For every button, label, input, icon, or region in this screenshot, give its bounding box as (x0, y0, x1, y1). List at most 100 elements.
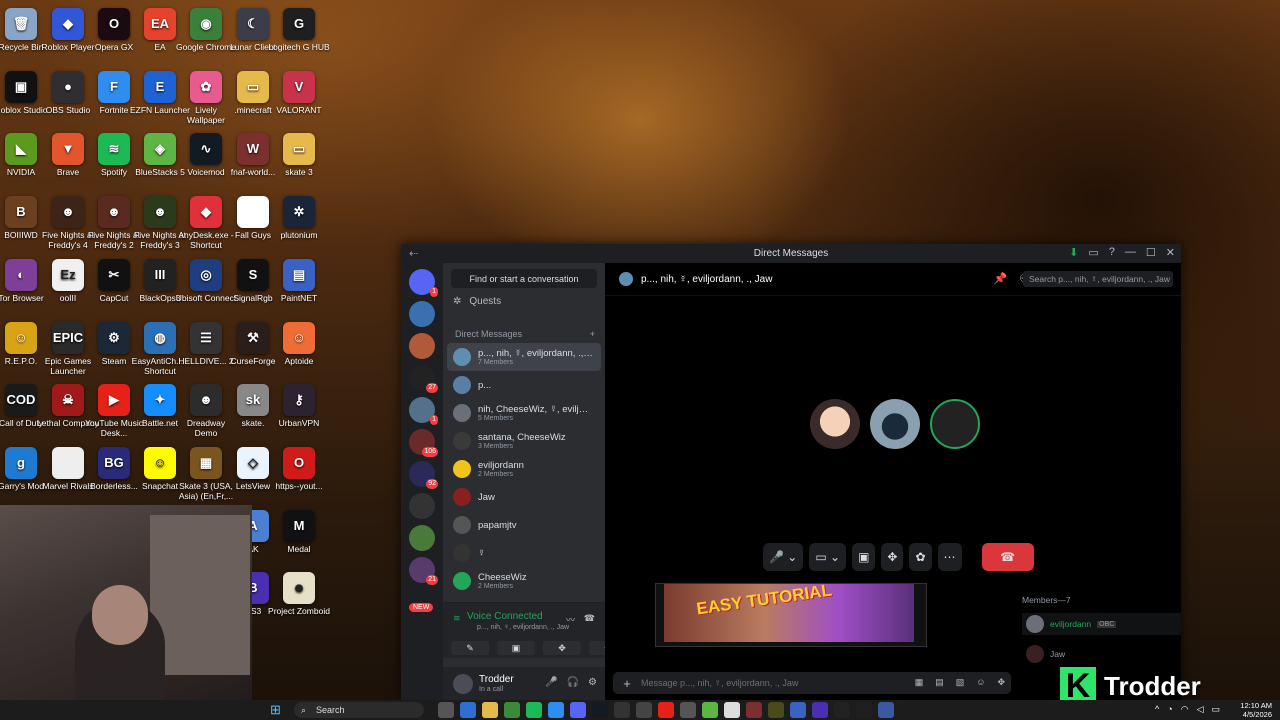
wifi-icon[interactable]: ◠ (1181, 704, 1189, 715)
guild-icon[interactable] (409, 493, 435, 519)
desktop-icon[interactable]: ▤ PaintNET (268, 258, 330, 303)
desktop-icon[interactable]: Ohttps--yout... (268, 446, 330, 491)
dm-item[interactable]: papamjtv (447, 511, 601, 539)
settings-icon[interactable]: ⚙ (588, 677, 597, 688)
message-input[interactable]: + Message p..., nih, ☿, eviljordann, ., … (613, 672, 1011, 694)
discord-home-button[interactable]: 1 (409, 269, 438, 297)
taskbar-app-icon[interactable] (812, 702, 828, 718)
taskbar-app-icon[interactable] (570, 702, 586, 718)
emoji-icon[interactable]: ☺ (976, 677, 985, 688)
camera-button[interactable]: ▭ ⌄ (809, 543, 847, 571)
minimize-button[interactable]: — (1125, 246, 1136, 259)
gift-icon[interactable]: ▦ (915, 677, 924, 688)
taskbar-app-icon[interactable] (526, 702, 542, 718)
desktop-icon[interactable]: ⚷ UrbanVPN (268, 384, 330, 428)
taskbar-app-icon[interactable] (702, 702, 718, 718)
search-input[interactable]: Search p..., nih, ☿, eviljordann, ., Jaw (1023, 271, 1173, 287)
desktop-icon[interactable]: G Logitech G HUB (268, 8, 330, 52)
noise-suppression-icon[interactable]: 〰 (566, 613, 575, 626)
guild-icon[interactable] (409, 301, 435, 327)
screen-share-button[interactable]: ▣ (497, 641, 535, 655)
member-row[interactable]: Jaw (1022, 643, 1181, 665)
desktop-icon[interactable]: ☺ Aptoide (268, 321, 330, 366)
desktop-icon[interactable]: ✲ plutonium (268, 196, 330, 240)
mute-button[interactable]: 🎤 ⌄ (763, 543, 804, 571)
chevron-up-icon[interactable]: ^ (1155, 704, 1159, 715)
video-thumbnail[interactable]: EASY TUTORIAL (655, 583, 927, 647)
taskbar-app-icon[interactable] (548, 702, 564, 718)
desktop-icon[interactable]: V VALORANT (268, 70, 330, 115)
dm-item[interactable]: CheeseWiz 2 Members (447, 567, 601, 595)
maximize-button[interactable]: ☐ (1146, 246, 1156, 259)
taskbar-app-icon[interactable] (636, 702, 652, 718)
pin-icon[interactable]: 📌 (994, 272, 1008, 285)
disconnect-icon[interactable]: ☎ (584, 613, 595, 624)
inbox-icon[interactable]: ▭ (1088, 246, 1098, 259)
create-dm-icon[interactable]: + (590, 329, 595, 339)
call-participant-avatar[interactable] (870, 399, 920, 449)
taskbar-app-icon[interactable] (504, 702, 520, 718)
taskbar-search[interactable]: ⌕ Search (294, 702, 424, 718)
taskbar-app-icon[interactable] (482, 702, 498, 718)
dm-item[interactable]: ☿ (447, 539, 601, 567)
guild-icon[interactable]: 106 (409, 429, 438, 457)
share-screen-button[interactable]: ▣ (852, 543, 876, 571)
dm-item[interactable]: p..., nih, ☿, eviljordann, ., J... 7 Memb… (447, 343, 601, 371)
call-participant-avatar[interactable] (930, 399, 980, 449)
activities-button[interactable]: ✥ (543, 641, 581, 655)
guild-icon[interactable] (409, 333, 435, 359)
dm-item[interactable]: eviljordann 2 Members (447, 455, 601, 483)
desktop-icon[interactable]: ☻ Project Zomboid (268, 572, 330, 616)
video-off-button[interactable]: ✎ (451, 641, 489, 655)
guild-icon[interactable]: 92 (409, 461, 438, 489)
apps-icon[interactable]: ✥ (997, 677, 1005, 688)
windows-start-icon[interactable]: ⊞ (270, 703, 284, 717)
leave-call-button[interactable]: ☎ (981, 543, 1034, 571)
guild-icon[interactable]: 27 (409, 365, 438, 393)
soundboard-call-button[interactable]: ✿ (909, 543, 932, 571)
dm-item[interactable]: Jaw (447, 483, 601, 511)
battery-icon[interactable]: ▭ (1211, 704, 1220, 715)
attach-icon[interactable]: + (613, 676, 641, 691)
find-conversation-button[interactable]: Find or start a conversation (451, 269, 597, 288)
member-row[interactable]: eviljordann OBC (1022, 613, 1181, 635)
mic-icon[interactable]: 🎤 (545, 677, 557, 688)
network-icon[interactable]: ◔ (1167, 704, 1172, 715)
voice-status[interactable]: Voice Connected (467, 611, 543, 622)
close-button[interactable]: ✕ (1166, 246, 1175, 259)
gif-icon[interactable]: ▤ (935, 677, 944, 688)
desktop-icon[interactable]: ▭ skate 3 (268, 133, 330, 177)
dm-item[interactable]: santana, CheeseWiz 3 Members (447, 427, 601, 455)
desktop-icon[interactable]: M Medal (268, 509, 330, 554)
taskbar-app-icon[interactable] (834, 702, 850, 718)
call-participant-avatar[interactable] (810, 399, 860, 449)
guild-icon[interactable]: 1 (409, 397, 438, 425)
avatar[interactable] (453, 674, 473, 694)
taskbar-app-icon[interactable] (768, 702, 784, 718)
taskbar-app-icon[interactable] (724, 702, 740, 718)
dm-item[interactable]: p... (447, 371, 601, 399)
back-arrow-icon[interactable]: ⇠ (409, 247, 418, 260)
help-icon[interactable]: ? (1109, 246, 1115, 259)
taskbar-app-icon[interactable] (592, 702, 608, 718)
more-options-button[interactable]: ⋯ (937, 543, 962, 571)
taskbar-app-icon[interactable] (438, 702, 454, 718)
volume-icon[interactable]: ◁ (1197, 704, 1204, 715)
dm-item[interactable]: nih, CheeseWiz, ☿, eviljor... 5 Members (447, 399, 601, 427)
clock[interactable]: 12:10 AM 4/5/2026 (1240, 701, 1272, 719)
taskbar-app-icon[interactable] (746, 702, 762, 718)
headphones-icon[interactable]: 🎧 (567, 677, 579, 688)
quests-item[interactable]: ✲ Quests (453, 296, 595, 307)
guild-icon[interactable]: 21 (409, 557, 438, 585)
taskbar-app-icon[interactable] (658, 702, 674, 718)
activity-button[interactable]: ✥ (881, 543, 904, 571)
taskbar-app-icon[interactable] (460, 702, 476, 718)
sticker-icon[interactable]: ▧ (956, 677, 965, 688)
update-icon[interactable]: ⬇ (1069, 246, 1078, 259)
taskbar-app-icon[interactable] (614, 702, 630, 718)
taskbar-app-icon[interactable] (680, 702, 696, 718)
taskbar-app-icon[interactable] (878, 702, 894, 718)
taskbar-app-icon[interactable] (790, 702, 806, 718)
taskbar-app-icon[interactable] (856, 702, 872, 718)
guild-icon[interactable] (409, 525, 435, 551)
